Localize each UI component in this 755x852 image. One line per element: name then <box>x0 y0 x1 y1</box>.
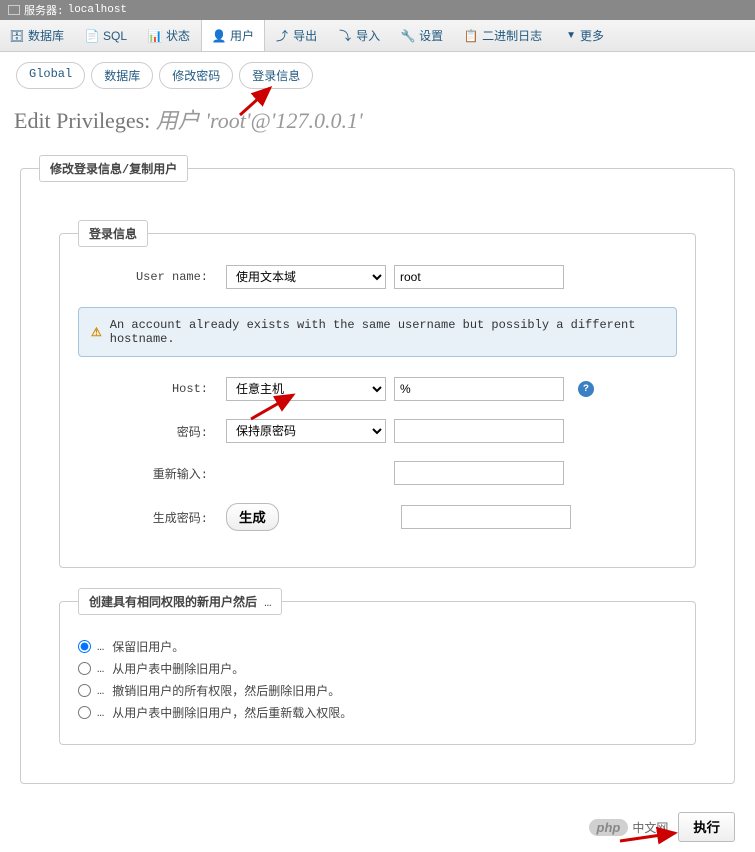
php-pill-icon: php <box>589 819 629 836</box>
input-username[interactable] <box>394 265 564 289</box>
radio-row-revoke[interactable]: … 撤销旧用户的所有权限，然后删除旧用户。 <box>78 682 677 699</box>
label-host: Host: <box>78 382 218 396</box>
tab-status[interactable]: 📊 状态 <box>138 20 201 51</box>
help-icon[interactable]: ? <box>578 381 594 397</box>
tab-users[interactable]: 👤 用户 <box>201 20 265 51</box>
page-title: Edit Privileges: 用户 'root'@'127.0.0.1' <box>0 99 755 155</box>
title-prefix: Edit Privileges: <box>14 108 156 133</box>
tab-sql[interactable]: 📄 SQL <box>75 22 138 50</box>
radio-dots: … <box>97 662 106 676</box>
tab-databases[interactable]: 🗄 数据库 <box>0 20 75 51</box>
tab-label: 状态 <box>166 27 190 44</box>
subtab-login-info[interactable]: 登录信息 <box>239 62 313 89</box>
tab-label: 用户 <box>230 27 254 44</box>
row-retype: 重新输入: <box>78 461 677 485</box>
tab-label: 二进制日志 <box>482 27 542 44</box>
row-host: Host: 任意主机 ? <box>78 377 677 401</box>
tab-export[interactable]: ⤴ 导出 <box>265 20 328 51</box>
radio-label: 撤销旧用户的所有权限，然后删除旧用户。 <box>112 682 340 699</box>
tab-label: 数据库 <box>28 27 64 44</box>
warning-duplicate-account: ⚠ An account already exists with the sam… <box>78 307 677 357</box>
label-generate: 生成密码: <box>78 509 218 526</box>
tab-import[interactable]: ⤵ 导入 <box>328 20 391 51</box>
tab-label: 设置 <box>419 27 443 44</box>
radio-label: 从用户表中删除旧用户。 <box>112 660 244 677</box>
binlog-icon: 📋 <box>464 29 478 43</box>
export-icon: ⤴ <box>275 29 289 43</box>
database-icon: 🗄 <box>10 29 24 43</box>
generate-button[interactable]: 生成 <box>226 503 279 531</box>
legend-after-create: 创建具有相同权限的新用户然后 … <box>78 588 282 615</box>
subtabs: Global 数据库 修改密码 登录信息 <box>0 52 755 99</box>
input-password[interactable] <box>394 419 564 443</box>
radio-dots: … <box>97 640 106 654</box>
execute-button[interactable]: 执行 <box>678 812 735 842</box>
settings-icon: 🔧 <box>401 29 415 43</box>
radio-row-delete-reload[interactable]: … 从用户表中删除旧用户，然后重新载入权限。 <box>78 704 677 721</box>
sql-icon: 📄 <box>85 29 99 43</box>
row-generate: 生成密码: 生成 <box>78 503 677 531</box>
subtab-global[interactable]: Global <box>16 62 85 89</box>
tab-label: 导入 <box>356 27 380 44</box>
input-generated-password[interactable] <box>401 505 571 529</box>
caret-down-icon: ▼ <box>566 30 576 41</box>
tab-label: 导出 <box>293 27 317 44</box>
legend-edit-login: 修改登录信息/复制用户 <box>39 155 188 182</box>
topnav: 🗄 数据库 📄 SQL 📊 状态 👤 用户 ⤴ 导出 ⤵ 导入 🔧 设置 📋 二… <box>0 20 755 52</box>
radio-keep-old[interactable] <box>78 640 91 653</box>
select-username-type[interactable]: 使用文本域 <box>226 265 386 289</box>
fieldset-edit-login: 修改登录信息/复制用户 登录信息 User name: 使用文本域 ⚠ An a… <box>20 155 735 784</box>
tab-label: SQL <box>103 29 127 43</box>
radio-label: 保留旧用户。 <box>112 638 184 655</box>
warning-icon: ⚠ <box>91 325 102 340</box>
status-icon: 📊 <box>148 29 162 43</box>
radio-row-keep[interactable]: … 保留旧用户。 <box>78 638 677 655</box>
warning-text: An account already exists with the same … <box>110 318 664 346</box>
import-icon: ⤵ <box>338 29 352 43</box>
tab-more[interactable]: ▼ 更多 <box>553 20 615 51</box>
users-icon: 👤 <box>212 29 226 43</box>
select-password-type[interactable]: 保持原密码 <box>226 419 386 443</box>
fieldset-login-info: 登录信息 User name: 使用文本域 ⚠ An account alrea… <box>59 220 696 568</box>
label-username: User name: <box>78 270 218 284</box>
select-host-type[interactable]: 任意主机 <box>226 377 386 401</box>
radio-label: 从用户表中删除旧用户，然后重新载入权限。 <box>112 704 352 721</box>
php-text: 中文网 <box>632 819 668 836</box>
server-value: localhost <box>68 4 127 16</box>
label-password: 密码: <box>78 423 218 440</box>
radio-dots: … <box>97 684 106 698</box>
subtab-database[interactable]: 数据库 <box>91 62 153 89</box>
fieldset-after-create: 创建具有相同权限的新用户然后 … … 保留旧用户。 … 从用户表中删除旧用户。 … <box>59 588 696 745</box>
server-label: 服务器: <box>24 2 64 18</box>
radio-dots: … <box>97 706 106 720</box>
row-username: User name: 使用文本域 <box>78 265 677 289</box>
radio-delete-from-table[interactable] <box>78 662 91 675</box>
tab-label: 更多 <box>580 27 604 44</box>
input-host[interactable] <box>394 377 564 401</box>
subtab-change-password[interactable]: 修改密码 <box>159 62 233 89</box>
server-icon <box>8 5 20 15</box>
input-retype-password[interactable] <box>394 461 564 485</box>
tab-binlog[interactable]: 📋 二进制日志 <box>454 20 553 51</box>
php-badge: php 中文网 <box>589 819 669 836</box>
radio-delete-reload[interactable] <box>78 706 91 719</box>
breadcrumb: 服务器: localhost <box>0 0 755 20</box>
title-user-label: 用户 <box>156 108 200 133</box>
footer: php 中文网 执行 <box>0 804 755 852</box>
title-user-value: 'root'@'127.0.0.1' <box>205 108 362 133</box>
radio-revoke-delete[interactable] <box>78 684 91 697</box>
label-retype: 重新输入: <box>78 465 218 482</box>
row-password: 密码: 保持原密码 <box>78 419 677 443</box>
legend-login-info: 登录信息 <box>78 220 148 247</box>
radio-row-delete-table[interactable]: … 从用户表中删除旧用户。 <box>78 660 677 677</box>
tab-settings[interactable]: 🔧 设置 <box>391 20 454 51</box>
